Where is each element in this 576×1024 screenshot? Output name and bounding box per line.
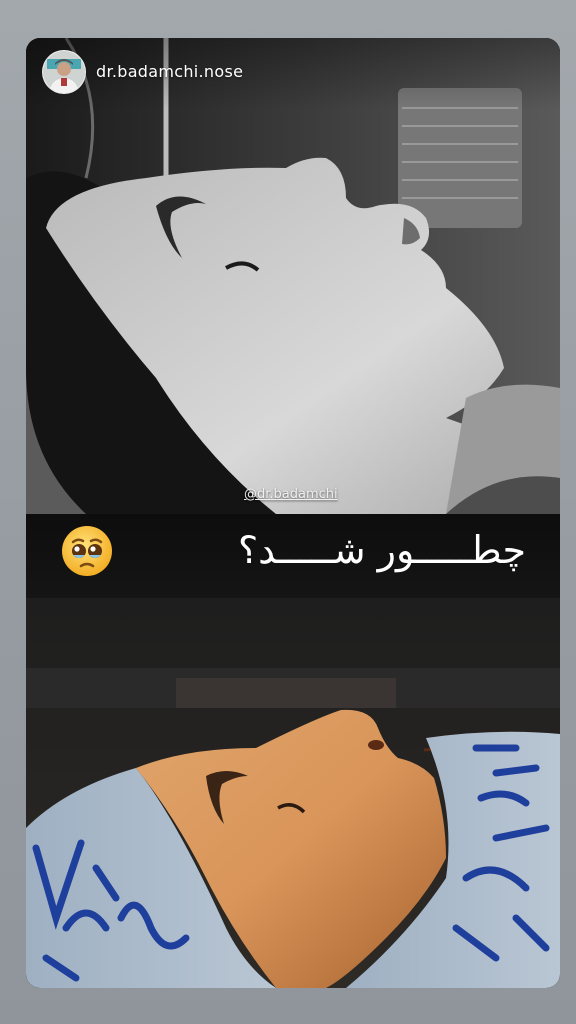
story-header: dr.badamchi.nose bbox=[26, 38, 560, 110]
story-viewer: dr.badamchi.nose @dr.badamchi چطـــــور … bbox=[0, 0, 576, 1024]
story-card[interactable]: dr.badamchi.nose @dr.badamchi چطـــــور … bbox=[26, 38, 560, 988]
story-username[interactable]: dr.badamchi.nose bbox=[96, 62, 243, 81]
story-caption: چطـــــور شـــــد؟ bbox=[237, 528, 526, 572]
after-photo bbox=[26, 598, 560, 988]
avatar-photo-icon bbox=[43, 51, 85, 93]
profile-avatar[interactable] bbox=[42, 50, 86, 94]
pleading-face-emoji-icon bbox=[60, 524, 114, 578]
caption-band: چطـــــور شـــــد؟ bbox=[26, 514, 560, 598]
photo-watermark[interactable]: @dr.badamchi bbox=[244, 487, 338, 502]
